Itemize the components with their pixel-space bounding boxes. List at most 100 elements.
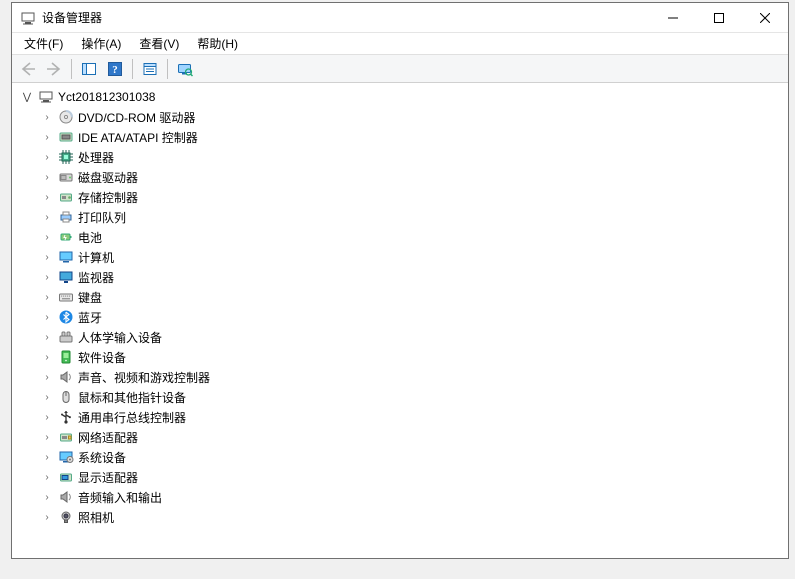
tree-item[interactable]: › 鼠标和其他指针设备 — [12, 387, 788, 407]
tree-item-label: 鼠标和其他指针设备 — [78, 389, 186, 406]
expand-toggle[interactable]: › — [40, 292, 54, 303]
monitor-icon — [58, 269, 74, 285]
camera-icon — [58, 509, 74, 525]
tree-item-label: 键盘 — [78, 289, 102, 306]
keyboard-icon — [58, 289, 74, 305]
system-icon — [58, 449, 74, 465]
expand-toggle[interactable]: › — [40, 472, 54, 483]
expand-toggle[interactable]: › — [40, 412, 54, 423]
menu-bar: 文件(F) 操作(A) 查看(V) 帮助(H) — [12, 33, 788, 55]
tree-item-label: 人体学输入设备 — [78, 329, 162, 346]
expand-toggle[interactable]: › — [40, 212, 54, 223]
scan-icon — [177, 61, 193, 77]
expand-toggle[interactable]: › — [40, 392, 54, 403]
arrow-right-icon — [46, 61, 62, 77]
close-button[interactable] — [742, 3, 788, 32]
expand-toggle[interactable]: › — [40, 252, 54, 263]
tree-item[interactable]: ›通用串行总线控制器 — [12, 407, 788, 427]
tree-item-label: 打印队列 — [78, 209, 126, 226]
expand-toggle[interactable]: › — [40, 352, 54, 363]
help-button[interactable]: ? — [103, 57, 127, 81]
tree-item-label: 磁盘驱动器 — [78, 169, 138, 186]
sound-icon — [58, 369, 74, 385]
tree-item[interactable]: ›显示适配器 — [12, 467, 788, 487]
tree-item[interactable]: › 音频输入和输出 — [12, 487, 788, 507]
tree-item[interactable]: › 电池 — [12, 227, 788, 247]
help-icon: ? — [107, 61, 123, 77]
tree-item-label: 监视器 — [78, 269, 114, 286]
tree-item-label: 系统设备 — [78, 449, 126, 466]
device-tree[interactable]: ⋁ Yct201812301038 › DVD/CD-ROM 驱动器 › IDE AT… — [12, 83, 788, 558]
disc-icon — [58, 109, 74, 125]
toolbar-separator — [167, 59, 168, 79]
computer-root-icon — [38, 89, 54, 105]
tree-item[interactable]: › 软件设备 — [12, 347, 788, 367]
tree-item[interactable]: › 磁盘驱动器 — [12, 167, 788, 187]
menu-action[interactable]: 操作(A) — [73, 33, 129, 54]
properties-icon — [142, 61, 158, 77]
tree-item-label: 蓝牙 — [78, 309, 102, 326]
expand-toggle[interactable]: › — [40, 332, 54, 343]
expand-toggle[interactable]: › — [40, 512, 54, 523]
minimize-button[interactable] — [650, 3, 696, 32]
tree-item[interactable]: › 监视器 — [12, 267, 788, 287]
expand-toggle[interactable]: › — [40, 172, 54, 183]
tree-item[interactable]: ›处理器 — [12, 147, 788, 167]
app-icon — [20, 10, 36, 26]
toolbar: ? — [12, 55, 788, 83]
expand-toggle[interactable]: ⋁ — [20, 92, 34, 103]
scan-hardware-button[interactable] — [173, 57, 197, 81]
expand-toggle[interactable]: › — [40, 372, 54, 383]
usb-icon — [58, 409, 74, 425]
properties-button[interactable] — [138, 57, 162, 81]
tree-item[interactable]: › 蓝牙 — [12, 307, 788, 327]
storage-icon — [58, 189, 74, 205]
tree-root-label: Yct201812301038 — [58, 90, 155, 104]
cpu-icon — [58, 149, 74, 165]
back-button[interactable] — [16, 57, 40, 81]
tree-item-label: 声音、视频和游戏控制器 — [78, 369, 210, 386]
tree-item-label: IDE ATA/ATAPI 控制器 — [78, 129, 198, 146]
tree-item[interactable]: › 键盘 — [12, 287, 788, 307]
menu-help[interactable]: 帮助(H) — [189, 33, 246, 54]
menu-view[interactable]: 查看(V) — [131, 33, 187, 54]
tree-item-label: 电池 — [78, 229, 102, 246]
expand-toggle[interactable]: › — [40, 312, 54, 323]
tree-item[interactable]: ›计算机 — [12, 247, 788, 267]
audio-icon — [58, 489, 74, 505]
tree-item[interactable]: ›网络适配器 — [12, 427, 788, 447]
software-icon — [58, 349, 74, 365]
tree-item[interactable]: › DVD/CD-ROM 驱动器 — [12, 107, 788, 127]
tree-item[interactable]: › 声音、视频和游戏控制器 — [12, 367, 788, 387]
ide-icon — [58, 129, 74, 145]
tree-item[interactable]: › 存储控制器 — [12, 187, 788, 207]
tree-item-label: 音频输入和输出 — [78, 489, 162, 506]
tree-item-label: 存储控制器 — [78, 189, 138, 206]
tree-item[interactable]: › IDE ATA/ATAPI 控制器 — [12, 127, 788, 147]
printer-icon — [58, 209, 74, 225]
battery-icon — [58, 229, 74, 245]
expand-toggle[interactable]: › — [40, 492, 54, 503]
tree-item[interactable]: ›照相机 — [12, 507, 788, 527]
maximize-button[interactable] — [696, 3, 742, 32]
expand-toggle[interactable]: › — [40, 432, 54, 443]
expand-toggle[interactable]: › — [40, 192, 54, 203]
expand-toggle[interactable]: › — [40, 452, 54, 463]
hid-icon — [58, 329, 74, 345]
svg-text:?: ? — [112, 64, 118, 76]
tree-root-row[interactable]: ⋁ Yct201812301038 — [12, 87, 788, 107]
expand-toggle[interactable]: › — [40, 112, 54, 123]
expand-toggle[interactable]: › — [40, 272, 54, 283]
tree-item[interactable]: › 人体学输入设备 — [12, 327, 788, 347]
tree-item-label: DVD/CD-ROM 驱动器 — [78, 109, 195, 126]
forward-button[interactable] — [42, 57, 66, 81]
tree-item[interactable]: › 打印队列 — [12, 207, 788, 227]
show-hide-tree-button[interactable] — [77, 57, 101, 81]
expand-toggle[interactable]: › — [40, 232, 54, 243]
menu-file[interactable]: 文件(F) — [16, 33, 71, 54]
expand-toggle[interactable]: › — [40, 152, 54, 163]
tree-item-label: 软件设备 — [78, 349, 126, 366]
toolbar-separator — [132, 59, 133, 79]
tree-item[interactable]: › 系统设备 — [12, 447, 788, 467]
expand-toggle[interactable]: › — [40, 132, 54, 143]
